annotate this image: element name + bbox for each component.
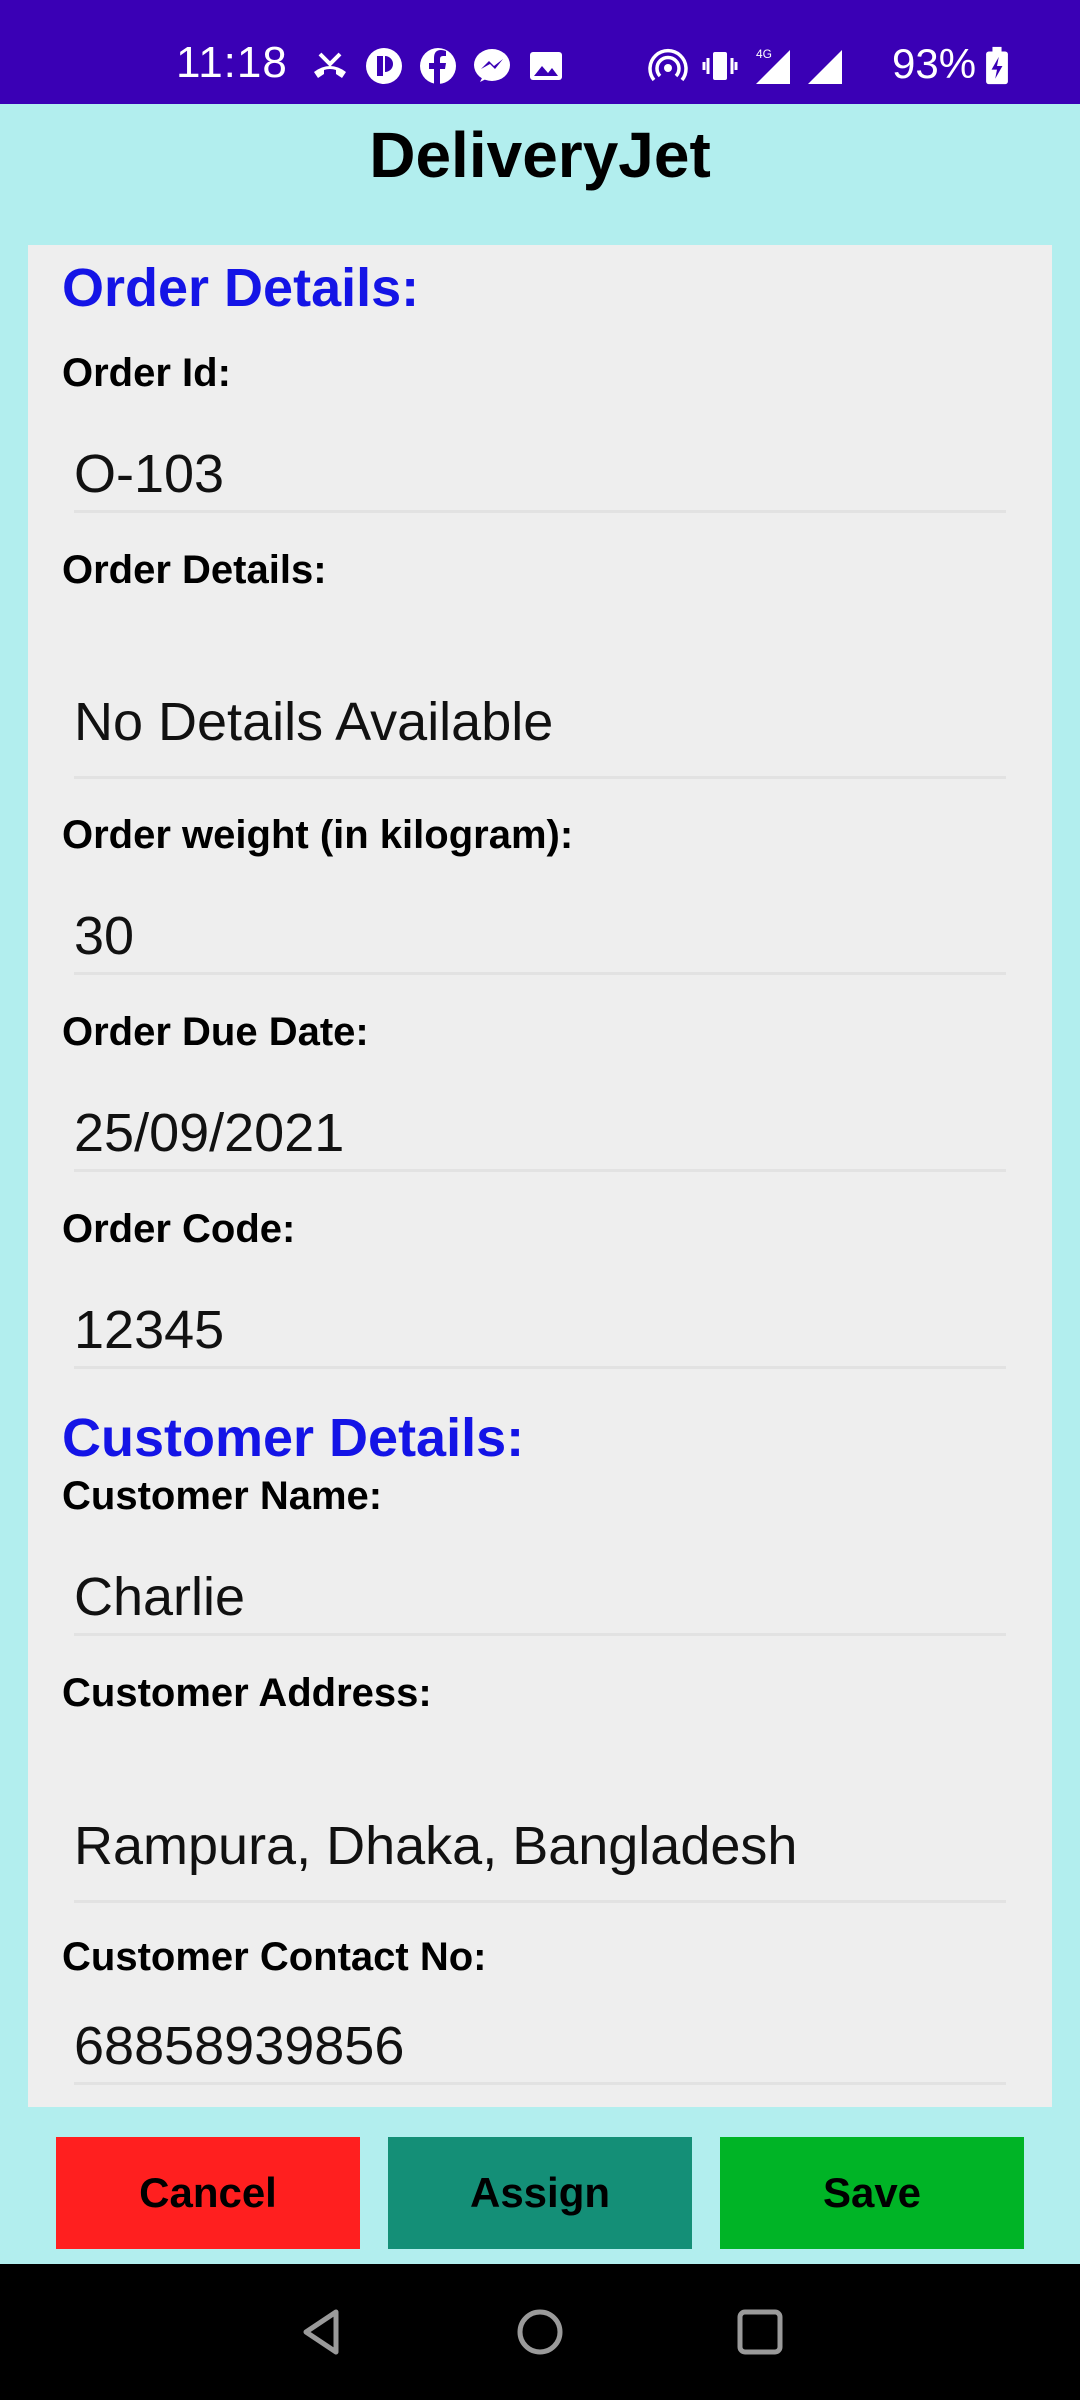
status-bar: 11:18 4G 93% — [0, 0, 1080, 104]
order-due-date-label: Order Due Date: — [62, 1010, 369, 1054]
order-code-label: Order Code: — [62, 1207, 296, 1251]
customer-contact-label: Customer Contact No: — [62, 1935, 487, 1979]
app-title: DeliveryJet — [369, 119, 711, 191]
order-form-card: Order Details: Order Id: O-103 Order Det… — [28, 245, 1052, 2107]
notification-icons — [310, 44, 566, 88]
assign-button[interactable]: Assign — [388, 2137, 692, 2249]
customer-name-field[interactable]: Charlie — [74, 1560, 1006, 1636]
back-icon[interactable] — [292, 2302, 352, 2362]
vibrate-icon — [702, 52, 738, 80]
status-time: 11:18 — [176, 38, 288, 87]
order-weight-label: Order weight (in kilogram): — [62, 813, 574, 857]
customer-address-field[interactable]: Rampura, Dhaka, Bangladesh — [74, 1791, 1006, 1903]
customer-address-label: Customer Address: — [62, 1671, 432, 1715]
messenger-icon — [474, 49, 510, 82]
battery-charging-icon — [986, 46, 1008, 85]
order-id-label: Order Id: — [62, 351, 231, 395]
missed-call-icon — [314, 52, 346, 78]
order-details-heading: Order Details: — [62, 258, 420, 318]
cancel-button[interactable]: Cancel — [56, 2137, 360, 2249]
order-details-field[interactable]: No Details Available — [74, 667, 1006, 779]
customer-contact-field[interactable]: 68858939856 — [74, 2009, 1006, 2085]
facebook-icon — [420, 48, 456, 84]
order-id-field[interactable]: O-103 — [74, 437, 1006, 513]
customer-details-heading: Customer Details: — [62, 1408, 525, 1468]
signal-icon — [808, 50, 842, 84]
order-details-label: Order Details: — [62, 548, 327, 592]
hotspot-icon — [648, 49, 688, 82]
order-due-date-field[interactable]: 25/09/2021 — [74, 1096, 1006, 1172]
battery-percent: 93% — [892, 40, 977, 87]
signal-4g-icon: 4G — [756, 47, 790, 84]
navigation-bar — [0, 2264, 1080, 2400]
gallery-icon — [530, 52, 562, 80]
save-button[interactable]: Save — [720, 2137, 1024, 2249]
svg-text:4G: 4G — [756, 47, 772, 61]
order-code-field[interactable]: 12345 — [74, 1293, 1006, 1369]
app-badge-icon — [366, 48, 402, 84]
system-icons: 4G — [648, 44, 844, 88]
recents-icon[interactable] — [730, 2302, 790, 2362]
order-weight-field[interactable]: 30 — [74, 899, 1006, 975]
home-icon[interactable] — [510, 2302, 570, 2362]
customer-name-label: Customer Name: — [62, 1474, 383, 1518]
